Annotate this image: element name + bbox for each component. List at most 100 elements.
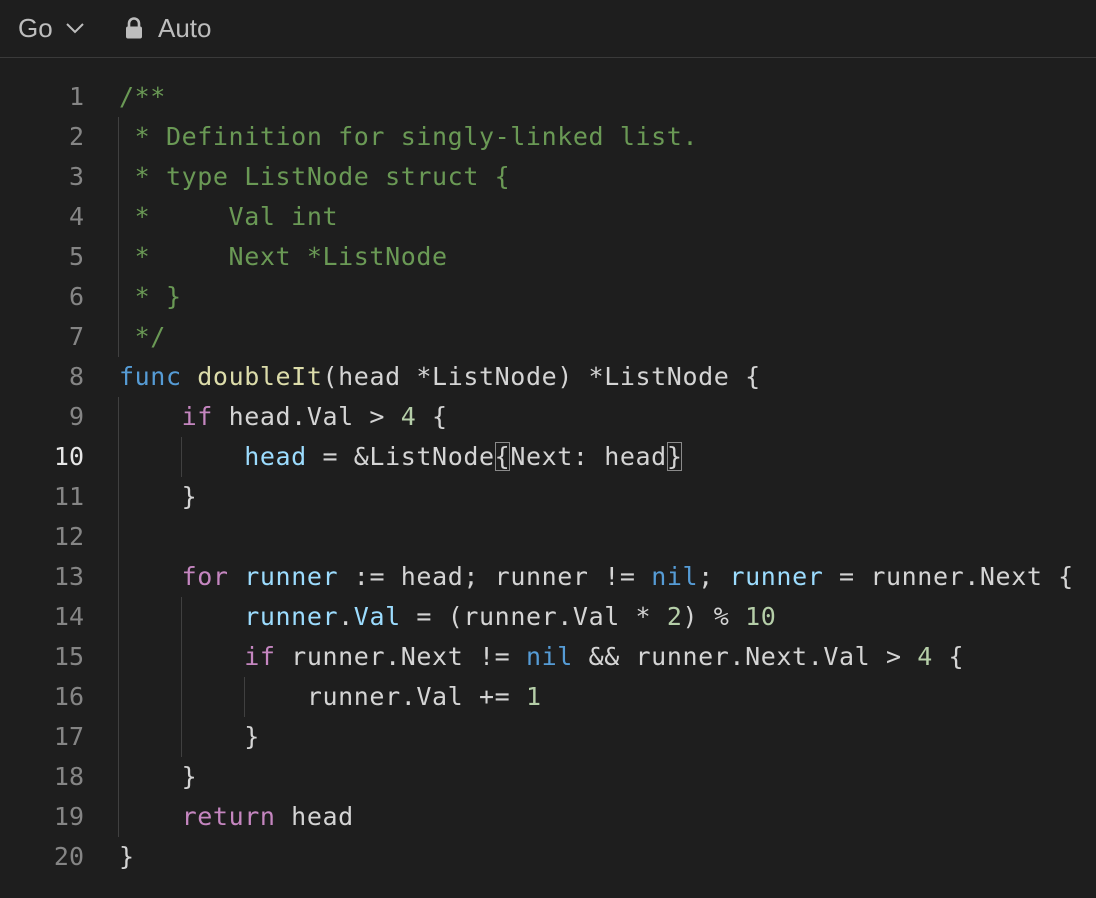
code-token: for [181,562,229,591]
line-number: 4 [68,202,84,231]
code-token: * Val int [119,202,339,231]
code-token: nil [651,562,699,591]
code-text: return head [119,797,354,837]
mode-select[interactable]: Auto [124,10,212,46]
line-number: 10 [53,442,84,471]
code-token: := head; runner != [338,562,652,591]
code-line[interactable]: 11 } [0,477,1096,517]
code-line[interactable]: 7 */ [0,317,1096,357]
code-area[interactable]: 1 /** 2 * Definition for singly-linked lis… [0,77,1096,877]
line-number: 13 [53,562,84,591]
code-token: runner [729,562,824,591]
line-number: 1 [68,82,84,111]
code-line[interactable]: 18 } [0,757,1096,797]
code-text: } [119,757,197,797]
code-token: * } [119,282,182,311]
language-select[interactable]: Go [18,10,85,46]
code-token: 4 [917,642,933,671]
code-line[interactable]: 9 if head.Val > 4 { [0,397,1096,437]
code-line[interactable]: 13 for runner := head; runner != nil; ru… [0,557,1096,597]
code-text: /** [119,77,166,117]
code-text: } [119,477,197,517]
code-text: * Val int [119,197,338,237]
line-number: 7 [68,322,84,351]
code-text: func doubleIt(head *ListNode) *ListNode … [119,357,761,397]
code-line[interactable]: 8 func doubleIt(head *ListNode) *ListNode… [0,357,1096,397]
mode-label: Auto [158,12,212,43]
code-line[interactable]: 14 runner.Val = (runner.Val * 2) % 10 [0,597,1096,637]
line-number: 6 [68,282,84,311]
code-token: 10 [745,602,777,631]
code-line[interactable]: 1 /** [0,77,1096,117]
code-text: * Definition for singly-linked list. [119,117,698,157]
code-text: for runner := head; runner != nil; runne… [119,557,1074,597]
line-number: 5 [68,242,84,271]
line-number: 14 [53,602,84,631]
code-token: if [244,642,276,671]
code-token: runner [244,602,339,631]
code-token: head [244,442,307,471]
code-token: */ [119,322,166,351]
code-text: runner.Val = (runner.Val * 2) % 10 [119,597,776,637]
line-number: 3 [68,162,84,191]
code-token: } [119,482,198,511]
code-token: (head *ListNode) *ListNode { [322,362,761,391]
code-text: */ [119,317,166,357]
code-line[interactable]: 2 * Definition for singly-linked list. [0,117,1096,157]
code-line[interactable]: 19 return head [0,797,1096,837]
code-token: 4 [400,402,417,431]
code-token: head [275,802,354,831]
code-text: } [119,717,260,757]
code-line[interactable]: 20} [0,837,1096,877]
line-number: 16 [53,682,84,711]
code-token: doubleIt [197,362,323,391]
code-token: . [338,602,354,631]
code-token: * Definition for singly-linked list. [119,122,699,151]
code-token: runner.Val += [119,682,526,711]
code-token: ; [698,562,730,591]
code-text: head = &ListNode{Next: head} [119,437,683,477]
code-token: if [181,402,213,431]
code-token: func [119,362,182,391]
code-line[interactable]: 17 } [0,717,1096,757]
code-line[interactable]: 5 * Next *ListNode [0,237,1096,277]
editor-toolbar: Go Auto [0,0,1096,58]
code-text: } [119,837,135,877]
code-token: return [181,802,276,831]
code-line[interactable]: 15 if runner.Next != nil && runner.Next.… [0,637,1096,677]
code-token: * type ListNode struct { [119,162,511,191]
line-number: 8 [68,362,84,391]
code-token: ) % [682,602,746,631]
code-line[interactable]: 10 head = &ListNode{Next: head} [0,437,1096,477]
code-line[interactable]: 4 * Val int [0,197,1096,237]
code-editor: Go Auto 1 /** 2 * Definition for singly-li… [0,0,1096,898]
code-text: if runner.Next != nil && runner.Next.Val… [119,637,964,677]
code-line[interactable]: 3 * type ListNode struct { [0,157,1096,197]
chevron-down-icon [65,23,84,34]
code-token: * Next *ListNode [119,242,448,271]
line-number: 11 [53,482,84,511]
code-token: /** [119,82,166,111]
code-token: = &ListNode [306,442,495,471]
line-number: 9 [68,402,84,431]
code-token: = (runner.Val * [400,602,667,631]
line-number: 17 [53,722,84,751]
line-number: 18 [53,762,84,791]
line-number: 19 [53,802,84,831]
code-line[interactable]: 16 runner.Val += 1 [0,677,1096,717]
code-text: * type ListNode struct { [119,157,510,197]
language-label: Go [18,12,53,43]
line-number: 15 [53,642,84,671]
line-number: 12 [53,522,84,551]
code-line[interactable]: 12 [0,517,1096,557]
code-token: Next: head [510,442,667,471]
code-token: 1 [525,682,542,711]
code-token: 2 [666,602,683,631]
code-line[interactable]: 6 * } [0,277,1096,317]
